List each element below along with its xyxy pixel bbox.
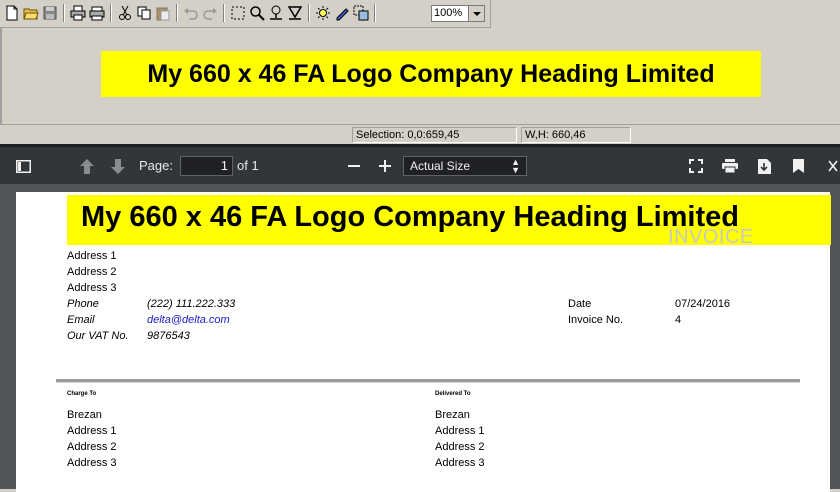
company-address-line: Address 2 [67, 266, 117, 278]
pen-icon[interactable] [333, 4, 351, 22]
copy-icon[interactable] [135, 4, 153, 22]
delivered-to-line: Brezan [435, 409, 470, 421]
open-folder-icon[interactable] [22, 4, 40, 22]
fullscreen-icon[interactable] [687, 157, 705, 175]
previous-page-icon[interactable] [78, 157, 96, 175]
company-address-line: Address 1 [67, 250, 117, 262]
zoom-icon[interactable] [248, 4, 266, 22]
charge-to-label: Charge To [67, 391, 97, 397]
page-number-input[interactable]: 1 [180, 156, 233, 176]
editor-status-bar: Selection: 0,0:659,45 W,H: 660,46 [0, 124, 840, 145]
phone-label: Phone [67, 298, 99, 310]
brightness-icon[interactable] [314, 4, 332, 22]
print-icon[interactable] [721, 157, 739, 175]
zoom-in-icon[interactable] [376, 157, 394, 175]
undo-icon[interactable] [182, 4, 200, 22]
invoice-number-label: Invoice No. [568, 314, 624, 326]
chevron-down-icon[interactable] [468, 6, 484, 21]
print-preview-icon[interactable] [88, 4, 106, 22]
logo-text: My 660 x 46 FA Logo Company Heading Limi… [81, 201, 739, 233]
delivered-to-label: Delivered To [435, 391, 471, 397]
page-total: of 1 [237, 158, 259, 173]
vat-value: 9876543 [147, 330, 190, 342]
charge-to-line: Address 2 [67, 441, 117, 453]
chevron-up-down-icon: ▲ ▼ [511, 157, 520, 175]
save-icon[interactable] [41, 4, 59, 22]
delivered-to-line: Address 3 [435, 457, 485, 469]
sidebar-toggle-icon[interactable] [14, 157, 32, 175]
delivered-to-line: Address 2 [435, 441, 485, 453]
print-icon[interactable] [69, 4, 87, 22]
selection-status: Selection: 0,0:659,45 [352, 127, 517, 143]
pdf-viewer: Page: 1 of 1 Actual Size ▲ ▼ My 660 x 46… [0, 144, 840, 492]
fit-mode-select[interactable]: Actual Size ▲ ▼ [403, 156, 527, 176]
email-link[interactable]: delta@delta.com [147, 314, 230, 326]
pin-icon[interactable] [267, 4, 285, 22]
date-label: Date [568, 298, 592, 310]
download-icon[interactable] [755, 157, 773, 175]
charge-to-line: Address 1 [67, 425, 117, 437]
zoom-out-icon[interactable] [345, 157, 363, 175]
next-page-icon[interactable] [109, 157, 127, 175]
phone-value: (222) 111.222.333 [147, 298, 236, 310]
pdf-toolbar: Page: 1 of 1 Actual Size ▲ ▼ [0, 144, 840, 184]
zoom-value: 100% [434, 7, 463, 19]
date-value: 07/24/2016 [675, 298, 731, 310]
editor-toolbar: 100% [0, 0, 491, 28]
select-region-icon[interactable] [352, 4, 370, 22]
fit-mode-value: Actual Size [410, 159, 471, 173]
redo-icon[interactable] [201, 4, 219, 22]
size-status: W,H: 660,46 [521, 127, 631, 143]
delivered-to-line: Address 1 [435, 425, 485, 437]
zoom-select[interactable]: 100% [431, 5, 485, 22]
image-editor-window: 100% My 660 x 46 FA Logo Company Heading… [0, 0, 840, 145]
cut-icon[interactable] [116, 4, 134, 22]
new-file-icon[interactable] [3, 4, 21, 22]
page-label: Page: [139, 158, 173, 173]
canvas-logo-image: My 660 x 46 FA Logo Company Heading Limi… [101, 51, 761, 97]
invoice-number-value: 4 [675, 314, 682, 326]
section-divider [56, 379, 800, 383]
vat-label: Our VAT No. [67, 330, 129, 342]
select-rectangle-icon[interactable] [229, 4, 247, 22]
company-address-line: Address 3 [67, 282, 117, 294]
pdf-page: My 660 x 46 FA Logo Company Heading Limi… [16, 192, 831, 492]
filter-icon[interactable] [286, 4, 304, 22]
invoice-title: INVOICE [668, 226, 754, 248]
paste-icon[interactable] [154, 4, 172, 22]
close-icon[interactable] [826, 157, 840, 175]
email-label: Email [67, 314, 95, 326]
bookmark-icon[interactable] [789, 157, 807, 175]
charge-to-line: Brezan [67, 409, 102, 421]
charge-to-line: Address 3 [67, 457, 117, 469]
